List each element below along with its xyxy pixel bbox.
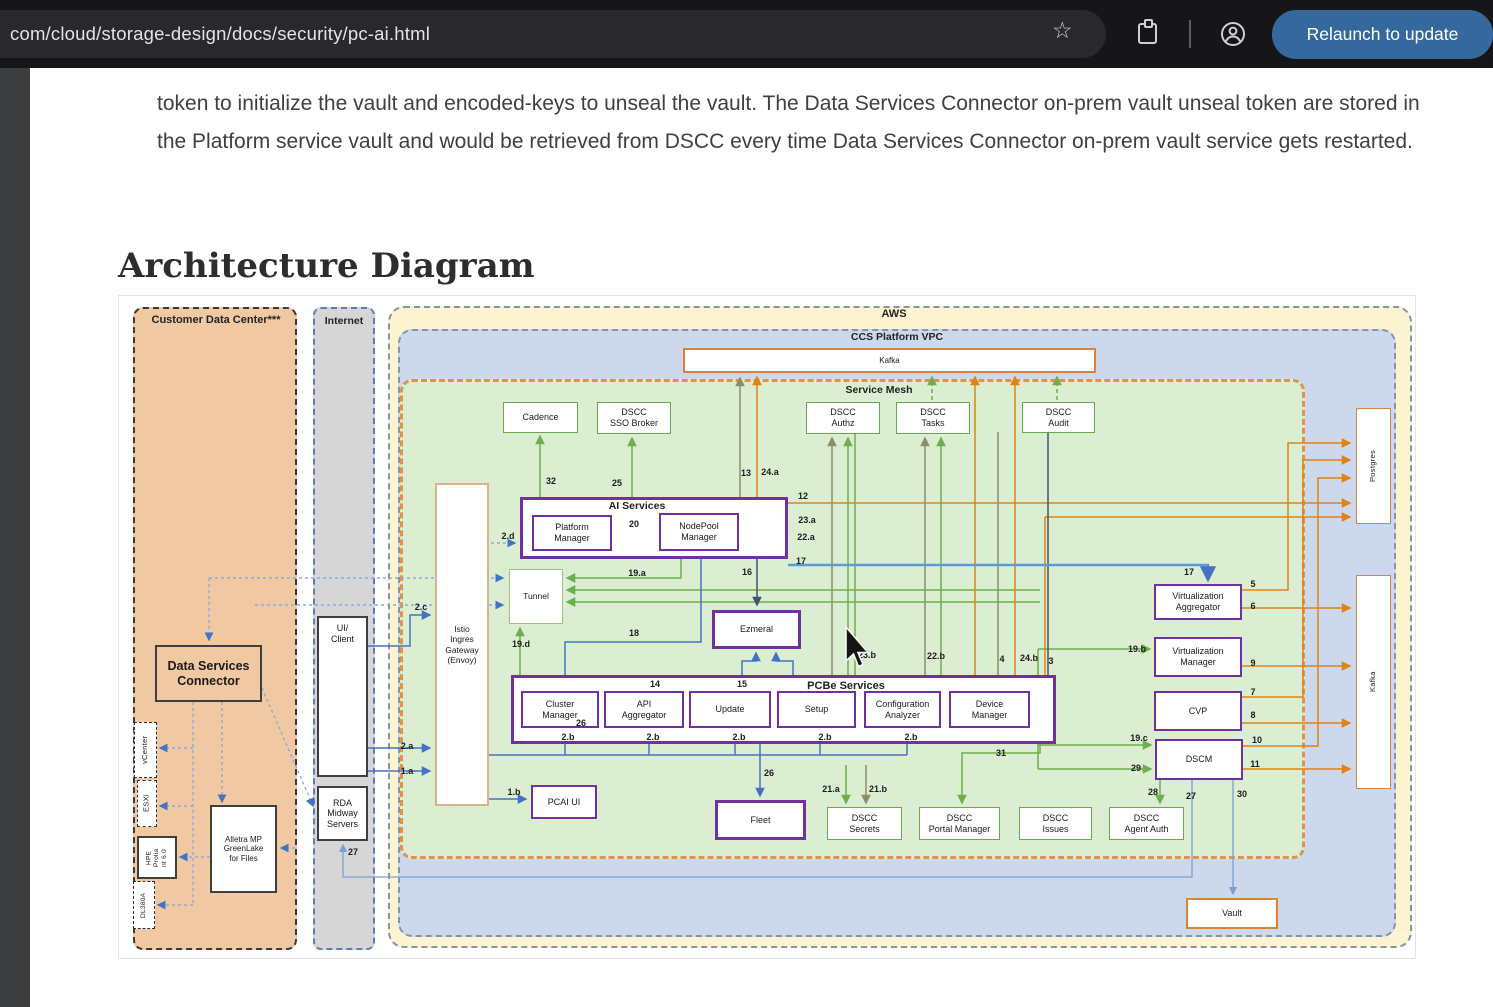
- url-text[interactable]: com/cloud/storage-design/docs/security/p…: [0, 23, 430, 45]
- body-paragraph: token to initialize the vault and encode…: [157, 85, 1427, 161]
- browser-toolbar: com/cloud/storage-design/docs/security/p…: [0, 0, 1493, 68]
- browser-window: com/cloud/storage-design/docs/security/p…: [0, 0, 1493, 1007]
- extensions-icon[interactable]: [1138, 23, 1157, 44]
- profile-icon[interactable]: [1220, 21, 1246, 47]
- bookmark-star-icon[interactable]: ☆: [1052, 19, 1073, 42]
- relaunch-to-update-button[interactable]: Relaunch to update: [1272, 10, 1493, 59]
- address-bar[interactable]: com/cloud/storage-design/docs/security/p…: [0, 10, 1106, 58]
- toolbar-divider: [1189, 20, 1191, 48]
- left-gutter: [0, 68, 30, 1007]
- page-heading: Architecture Diagram: [118, 246, 535, 286]
- architecture-diagram-image: [118, 295, 1416, 959]
